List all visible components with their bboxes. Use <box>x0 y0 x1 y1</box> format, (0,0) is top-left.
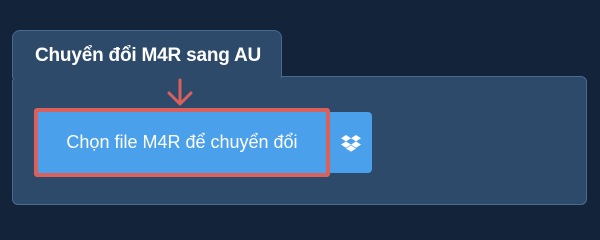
choose-file-label: Chọn file M4R để chuyển đổi <box>66 132 298 152</box>
tab-title: Chuyển đổi M4R sang AU <box>35 45 262 66</box>
dropbox-icon <box>341 134 361 152</box>
choose-file-button[interactable]: Chọn file M4R để chuyển đổi <box>34 108 330 177</box>
converter-tab: Chuyển đổi M4R sang AU <box>12 30 282 78</box>
dropbox-button[interactable] <box>330 112 372 173</box>
arrow-down-icon <box>167 78 193 106</box>
